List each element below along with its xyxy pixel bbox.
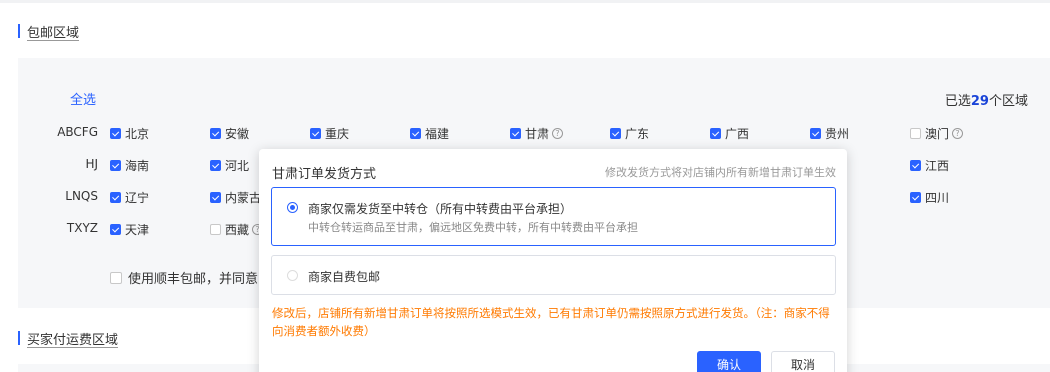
province-label: 安徽 [225,127,250,141]
province-checkbox-xizang[interactable]: 西藏? [210,221,264,238]
checkbox-checked-icon [510,128,521,139]
checkbox-checked-icon [110,160,121,171]
checkbox-unchecked-icon [910,128,921,139]
selected-count: 已选29个区域 [945,90,1028,109]
province-label: 澳门 [925,127,950,141]
group-label-lnqs: LNQS [65,189,98,203]
province-label: 甘肃 [525,127,550,141]
checkbox-checked-icon [210,160,221,171]
option-self-paid-shipping[interactable]: 商家自费包邮 [271,255,836,295]
buyer-pays-section-title: 买家付运费区域 [18,329,118,348]
province-label: 重庆 [325,127,350,141]
top-divider [0,0,1050,3]
checkbox-checked-icon [210,192,221,203]
province-checkbox-fujian[interactable]: 福建 [410,125,449,142]
gansu-shipping-method-popover: 甘肃订单发货方式 修改发货方式将对店铺内所有新增甘肃订单生效 商家仅需发货至中转… [259,149,847,372]
radio-selected-icon [287,202,298,213]
help-icon[interactable]: ? [952,128,964,139]
confirm-button[interactable]: 确认 [697,351,761,372]
checkbox-checked-icon [710,128,721,139]
province-label: 河北 [225,159,250,173]
radio-unselected-icon [287,270,298,281]
province-checkbox-chongqing[interactable]: 重庆 [310,125,349,142]
province-label: 北京 [125,127,150,141]
province-checkbox-jiangxi[interactable]: 江西 [910,157,949,174]
option-transit-warehouse[interactable]: 商家仅需发货至中转仓（所有中转费由平台承担） 中转仓转运商品至甘肃，偏远地区免费… [271,187,836,246]
province-checkbox-macau[interactable]: 澳门? [910,125,964,142]
province-checkbox-hebei[interactable]: 河北 [210,157,249,174]
province-checkbox-beijing[interactable]: 北京 [110,125,149,142]
province-checkbox-anhui[interactable]: 安徽 [210,125,249,142]
group-label-txyz: TXYZ [66,221,98,235]
group-label-hj: HJ [85,157,98,171]
province-label: 西藏 [225,223,250,237]
province-label: 辽宁 [125,191,150,205]
checkbox-checked-icon [810,128,821,139]
province-checkbox-hainan[interactable]: 海南 [110,157,149,174]
checkbox-checked-icon [410,128,421,139]
page: 包邮区域 全选 已选29个区域 ABCFG HJ LNQS TXYZ 北京 安徽… [0,0,1050,372]
checkbox-checked-icon [910,160,921,171]
sf-option-label: 使用顺丰包邮，并同意 [128,272,259,287]
selected-count-prefix: 已选 [944,94,971,109]
province-checkbox-sichuan[interactable]: 四川 [910,189,949,206]
province-label: 广西 [725,127,750,141]
checkbox-checked-icon [310,128,321,139]
group-label-abcfg: ABCFG [57,125,98,139]
option-transit-warehouse-label: 商家仅需发货至中转仓（所有中转费由平台承担） [308,202,573,216]
province-checkbox-guizhou[interactable]: 贵州 [810,125,849,142]
province-label: 内蒙古 [225,191,262,205]
province-label: 天津 [125,223,150,237]
buyer-pays-title-text: 买家付运费区域 [27,333,119,348]
checkbox-checked-icon [910,192,921,203]
checkbox-checked-icon [210,128,221,139]
free-shipping-title-text: 包邮区域 [27,26,80,41]
select-all-link[interactable]: 全选 [70,89,96,108]
province-checkbox-guangdong[interactable]: 广东 [610,125,649,142]
help-icon[interactable]: ? [552,128,564,139]
selected-count-number: 29 [970,94,989,109]
free-shipping-section-title: 包邮区域 [18,22,79,41]
option-self-paid-label: 商家自费包邮 [308,270,381,284]
province-checkbox-neimenggu[interactable]: 内蒙古 [210,189,261,206]
province-label: 广东 [625,127,650,141]
popover-hint: 修改发货方式将对店铺内所有新增甘肃订单生效 [605,166,836,179]
province-checkbox-tianjin[interactable]: 天津 [110,221,149,238]
option-transit-warehouse-desc: 中转仓转运商品至甘肃，偏远地区免费中转，所有中转费由平台承担 [308,221,638,234]
checkbox-unchecked-icon [110,271,122,284]
province-label: 四川 [925,191,950,205]
checkbox-checked-icon [610,128,621,139]
province-checkbox-guangxi[interactable]: 广西 [710,125,749,142]
province-checkbox-liaoning[interactable]: 辽宁 [110,189,149,206]
province-label: 贵州 [825,127,850,141]
cancel-button[interactable]: 取消 [771,351,835,372]
province-label: 海南 [125,159,150,173]
checkbox-checked-icon [110,224,121,235]
popover-title: 甘肃订单发货方式 [272,167,377,182]
checkbox-unchecked-icon [210,224,221,235]
warning-text: 修改后，店铺所有新增甘肃订单将按照所选模式生效，已有甘肃订单仍需按照原方式进行发… [272,306,830,338]
checkbox-checked-icon [110,192,121,203]
province-label: 江西 [925,159,950,173]
selected-count-suffix: 个区域 [988,94,1028,109]
province-checkbox-gansu[interactable]: 甘肃? [510,125,564,142]
province-label: 福建 [425,127,450,141]
sf-express-free-shipping-checkbox[interactable]: 使用顺丰包邮，并同意 [110,268,258,287]
checkbox-checked-icon [110,128,121,139]
